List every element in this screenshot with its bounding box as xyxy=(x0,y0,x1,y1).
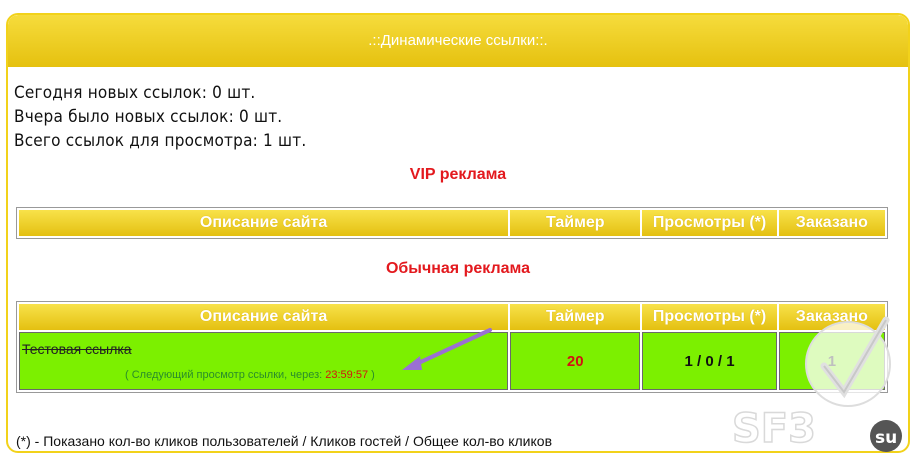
footnote: (*) - Показано кол-во кликов пользовател… xyxy=(16,433,553,449)
vip-col-timer: Таймер xyxy=(510,210,641,236)
vip-col-ordered: Заказано xyxy=(778,210,885,236)
vip-ads-table: Описание сайта Таймер Просмотры (*) Зака… xyxy=(16,207,888,239)
next-view-suffix: ) xyxy=(368,369,375,381)
panel-title: .::Динамические ссылки::. xyxy=(8,15,908,67)
sf3-watermark-logo: SF3 su xyxy=(731,316,902,453)
stat-total: Всего ссылок для просмотра: 1 шт. xyxy=(14,131,307,151)
timer-value: 20 xyxy=(510,332,641,390)
stat-yesterday: Вчера было новых ссылок: 0 шт. xyxy=(14,107,283,127)
vip-col-views: Просмотры (*) xyxy=(642,210,777,236)
next-view-note: ( Следующий просмотр ссылки, через: 23:5… xyxy=(125,369,375,381)
watermark-suffix: su xyxy=(875,428,897,448)
watermark-text: SF3 xyxy=(732,406,816,452)
vip-section-title: VIP реклама xyxy=(409,166,507,183)
reg-col-timer: Таймер xyxy=(510,304,641,330)
vip-col-description: Описание сайта xyxy=(19,210,509,236)
next-view-time: 23:59:57 xyxy=(325,369,369,381)
link-stats: Сегодня новых ссылок: 0 шт. Вчера было н… xyxy=(14,81,306,153)
test-link[interactable]: Тестовая ссылка xyxy=(22,341,132,357)
stat-today: Сегодня новых ссылок: 0 шт. xyxy=(14,83,256,103)
next-view-prefix: ( Следующий просмотр ссылки, через: xyxy=(125,369,326,381)
pointer-arrow-icon xyxy=(402,328,492,370)
regular-section-title: Обычная реклама xyxy=(385,260,531,277)
